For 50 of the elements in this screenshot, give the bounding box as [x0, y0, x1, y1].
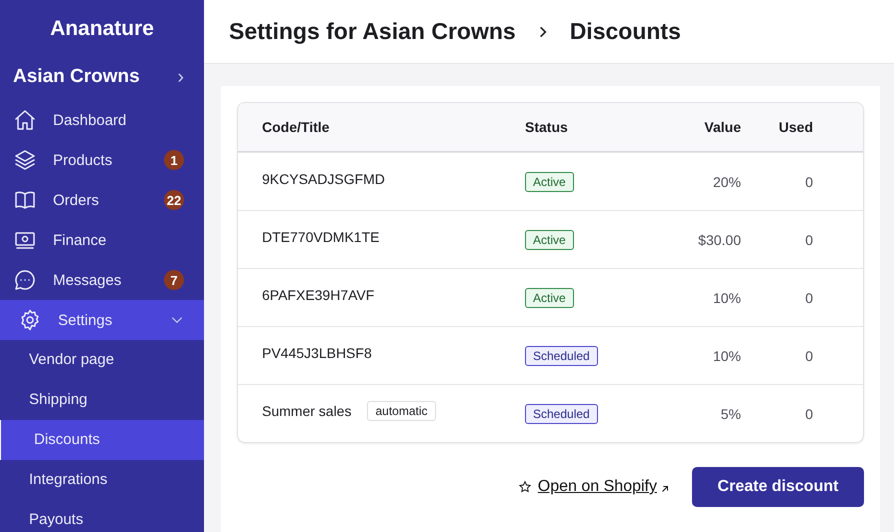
- nav-item[interactable]: Dashboard: [0, 100, 204, 140]
- table-cell-text: 5%: [720, 406, 741, 422]
- table-cell: 9KCYSADJSGFMD: [262, 170, 385, 186]
- layers-icon: [13, 148, 37, 172]
- nav-subitem[interactable]: Payouts: [0, 500, 204, 532]
- table-cell-text: 0: [804, 406, 813, 422]
- nav-item[interactable]: Orders 22: [0, 180, 204, 220]
- count-badge: 7: [164, 270, 184, 290]
- table-cell: DTE770VDMK1TE: [262, 228, 380, 244]
- nav-item[interactable]: Settings: [0, 300, 204, 340]
- column-header: Code/Title: [261, 119, 330, 135]
- table-cell: Summer sales: [262, 402, 352, 418]
- shopify-link[interactable]: Open on Shopify: [538, 478, 657, 496]
- tag: automatic: [367, 400, 436, 420]
- status-badge: Active: [525, 172, 574, 192]
- external-link-icon: [660, 484, 670, 494]
- brand-name: Ananature: [49, 16, 155, 42]
- table-cell-text: 0: [804, 174, 813, 190]
- count-badge: 22: [164, 190, 184, 210]
- status-badge: Active: [525, 288, 574, 308]
- nav-subitem[interactable]: Vendor page: [0, 340, 204, 380]
- table-cell-text: 0: [804, 290, 813, 306]
- status-badge: Scheduled: [525, 404, 598, 424]
- nav-item[interactable]: Products 1: [0, 140, 204, 180]
- chat-icon: [13, 268, 37, 292]
- nav-subitem[interactable]: Shipping: [0, 380, 204, 420]
- breadcrumb-item[interactable]: Settings for Asian Crowns: [229, 18, 516, 45]
- table-cell-text: 0: [804, 348, 813, 364]
- nav-item[interactable]: Finance: [0, 220, 204, 260]
- table-cell-text: 20%: [712, 174, 741, 190]
- table-cell-text: $30.00: [697, 232, 741, 248]
- table-cell-text: 10%: [712, 290, 741, 306]
- count-badge: 1: [164, 150, 184, 170]
- create-discount-button[interactable]: Create discount: [692, 467, 864, 507]
- column-header: Used: [778, 119, 813, 135]
- star-icon: [518, 480, 532, 494]
- table-cell: 6PAFXE39H7AVF: [262, 286, 374, 302]
- table-cell-text: 10%: [712, 348, 741, 364]
- house-icon: [13, 108, 37, 132]
- column-header: Value: [703, 119, 741, 135]
- store-switcher[interactable]: Asian Crowns ›: [0, 44, 204, 92]
- column-header: Status: [524, 119, 569, 135]
- nav-subitem[interactable]: Discounts: [0, 420, 204, 460]
- table-cell-text: 0: [804, 232, 813, 248]
- status-badge: Scheduled: [525, 346, 598, 366]
- breadcrumb-item: Discounts: [570, 18, 681, 45]
- nav-item[interactable]: Messages 7: [0, 260, 204, 300]
- status-badge: Active: [525, 230, 574, 250]
- table-cell: PV445J3LBHSF8: [262, 344, 372, 360]
- nav-subitem[interactable]: Integrations: [0, 460, 204, 500]
